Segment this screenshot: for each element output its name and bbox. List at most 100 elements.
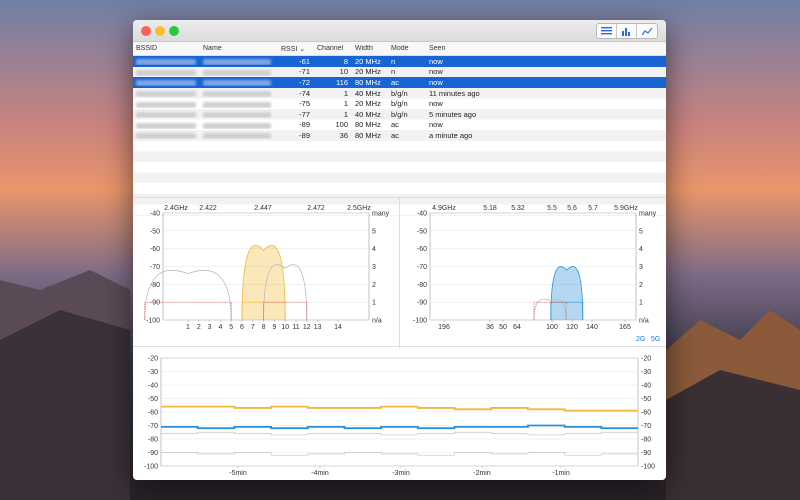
count-tick-label: many [639,211,657,218]
y-tick-label: -60 [148,410,158,417]
bssid-redacted [136,80,196,87]
table-row[interactable]: -77 1 40 MHz b/g/n 5 minutes ago [133,109,666,120]
col-rssi[interactable]: RSSI ⌄ [278,45,314,53]
count-tick-label: 5 [639,228,643,235]
col-name[interactable]: Name [200,45,278,52]
time-tick-label: -5min [229,470,247,477]
table-row[interactable]: -61 8 20 MHz n now [133,56,666,67]
y-tick-label: -90 [148,450,158,457]
channel-cell: 116 [336,77,348,87]
table-row[interactable]: -75 1 20 MHz b/g/n now [133,98,666,109]
band-2g-toggle[interactable]: 2G [636,336,645,343]
width-cell: 80 MHz [355,120,381,130]
y-tick-label-right: -20 [641,356,651,363]
close-button[interactable] [141,26,151,36]
name-redacted [203,59,271,66]
top-freq-label: 5.7 [588,205,598,212]
line-chart-icon[interactable] [637,24,657,38]
channel-cell: 8 [343,56,348,66]
top-freq-label: 5.6 [567,205,577,212]
network-curve [144,269,232,321]
seen-cell: 11 minutes ago [429,88,480,98]
count-tick-label: 1 [639,300,643,307]
channel-tick-label: 12 [303,324,311,331]
col-mode[interactable]: Mode [388,45,426,52]
name-redacted [203,112,271,119]
rssi-cell: -75 [299,99,310,109]
col-width[interactable]: Width [352,45,388,52]
mode-cell: b/g/n [391,88,408,98]
table-header: BSSID Name RSSI ⌄ Channel Width Mode See… [133,42,666,56]
count-tick-label: many [372,211,390,218]
seen-cell: a minute ago [429,130,473,140]
view-switcher[interactable] [596,23,658,39]
bssid-redacted [136,69,196,76]
table-row[interactable]: -74 1 40 MHz b/g/n 11 minutes ago [133,88,666,99]
time-tick-label: -2min [473,470,491,477]
band-5g-toggle[interactable]: 5G [651,336,660,343]
y-tick-label: -20 [148,356,158,363]
y-tick-label: -70 [148,423,158,430]
network-table: -61 8 20 MHz n now -71 10 20 MHz n now -72 116 80 MH… [133,56,666,216]
channel-tick-label: 4 [218,324,222,331]
y-tick-label-right: -90 [641,450,651,457]
table-row[interactable]: -89 36 80 MHz ac a minute ago [133,130,666,141]
y-tick-label-right: -100 [641,464,655,471]
y-tick-label: -50 [148,396,158,403]
name-redacted [203,133,271,140]
name-redacted [203,69,271,76]
signal-history-chart: -20 -20 -30 -30 -40 -40 -50 -50 -60 -60 -70 -70 -80 -… [144,356,655,478]
zoom-button[interactable] [169,26,179,36]
mode-cell: ac [391,77,399,87]
y-tick-label-right: -50 [641,396,651,403]
y-tick-label: -50 [417,228,427,235]
name-redacted [203,101,271,108]
y-tick-label: -40 [148,383,158,390]
seen-cell: now [429,99,443,109]
rssi-cell: -71 [299,67,310,77]
top-freq-label: 2.447 [254,205,272,212]
spectrum-panel: -40 many -50 5 -60 4 -70 3 -80 2 -90 1 -100 n/a 2.4GHz… [133,197,666,348]
y-tick-label: -80 [417,282,427,289]
width-cell: 20 MHz [355,67,381,77]
col-channel[interactable]: Channel [314,45,352,52]
name-redacted [203,80,271,87]
channel-cell: 36 [339,130,348,140]
bssid-redacted [136,133,196,140]
bssid-redacted [136,59,196,66]
table-row[interactable]: -72 116 80 MHz ac now [133,77,666,88]
seen-cell: now [429,77,443,87]
channel-tick-label: 7 [251,324,255,331]
col-seen[interactable]: Seen [426,45,666,52]
table-row[interactable]: -71 10 20 MHz n now [133,67,666,78]
y-tick-label: -100 [413,318,427,325]
app-window: BSSID Name RSSI ⌄ Channel Width Mode See… [133,20,666,480]
bssid-redacted [136,91,196,98]
table-row[interactable]: -89 100 80 MHz ac now [133,120,666,131]
list-view-icon[interactable] [597,24,617,38]
spectrum-5ghz-chart: -40 many -50 5 -60 4 -70 3 -80 2 -90 1 -100 n/a 4.9GHz… [413,205,657,331]
spectrum-24ghz-chart: -40 many-50 5-60 4-70 3-80 2-90 1-100 n/a2.4GHz… [144,205,390,331]
y-tick-label: -30 [148,369,158,376]
top-freq-label: 2.4GHz [164,205,188,212]
col-bssid[interactable]: BSSID [133,45,200,52]
time-tick-label: -1min [552,470,570,477]
history-series-line [161,431,638,436]
top-freq-label: 2.472 [307,205,325,212]
width-cell: 80 MHz [355,130,381,140]
count-tick-label: 3 [639,264,643,271]
top-freq-label: 5.18 [483,205,497,212]
name-redacted [203,91,271,98]
channel-tick-label: 9 [272,324,276,331]
channel-tick-label: 64 [513,324,521,331]
rssi-cell: -74 [299,88,310,98]
y-tick-label: -60 [150,246,160,253]
history-series-line [161,424,638,430]
width-cell: 20 MHz [355,99,381,109]
count-tick-label: 1 [372,300,376,307]
history-series-line [161,452,638,456]
count-tick-label: 4 [639,246,643,253]
bar-chart-icon[interactable] [617,24,637,38]
seen-cell: now [429,120,443,130]
minimize-button[interactable] [155,26,165,36]
